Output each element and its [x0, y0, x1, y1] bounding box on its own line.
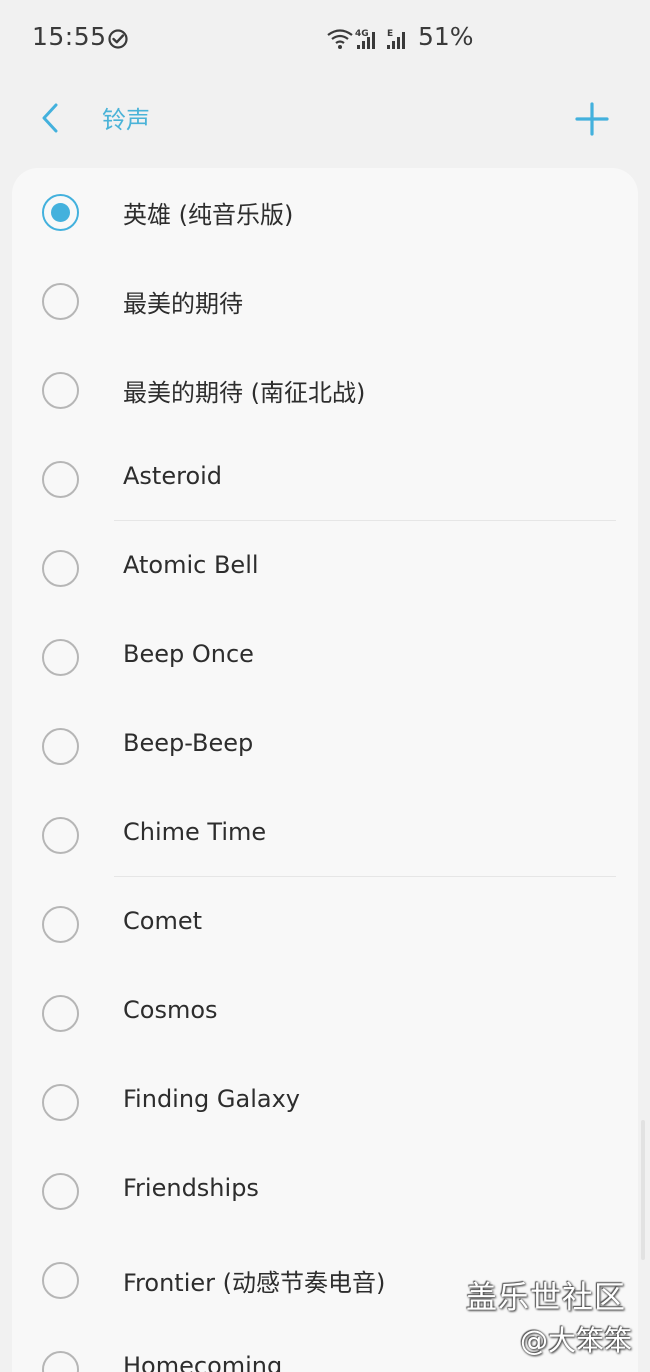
- back-button[interactable]: [30, 98, 70, 138]
- watermark-author: @大笨笨: [520, 1324, 633, 1357]
- wifi-icon: [327, 29, 353, 49]
- network-4g-label: 4G: [355, 29, 369, 39]
- radio-button[interactable]: [42, 372, 79, 409]
- screen: 15:55 4G E 51% 铃声 英雄 (纯音乐版) 最美的期待 最美的期待 …: [0, 0, 650, 1372]
- network-edge-label: E: [387, 29, 393, 39]
- ringtone-label: Frontier (动感节奏电音): [123, 1269, 386, 1297]
- plus-icon: [575, 102, 609, 136]
- ringtone-label: 英雄 (纯音乐版): [123, 201, 294, 229]
- ringtone-row[interactable]: 最美的期待: [12, 257, 638, 346]
- ringtone-row[interactable]: Beep-Beep: [12, 702, 638, 791]
- watermark-title: 盖乐世社区: [466, 1280, 626, 1316]
- radio-button[interactable]: [42, 550, 79, 587]
- chevron-left-icon: [42, 103, 58, 133]
- ringtone-row[interactable]: Beep Once: [12, 613, 638, 702]
- radio-button[interactable]: [42, 1262, 79, 1299]
- battery-level: 51%: [418, 22, 474, 51]
- scrollbar[interactable]: [641, 1120, 645, 1260]
- status-time: 15:55: [32, 22, 107, 51]
- ringtone-row[interactable]: 最美的期待 (南征北战): [12, 346, 638, 435]
- radio-button[interactable]: [42, 817, 79, 854]
- radio-button[interactable]: [42, 995, 79, 1032]
- ringtone-label: Beep Once: [123, 640, 254, 668]
- ringtone-row[interactable]: Finding Galaxy: [12, 1058, 638, 1147]
- radio-button[interactable]: [42, 639, 79, 676]
- ringtone-label: 最美的期待: [123, 290, 243, 318]
- radio-button[interactable]: [42, 194, 79, 231]
- ringtone-row[interactable]: Chime Time: [12, 791, 638, 880]
- page-title: 铃声: [102, 106, 150, 134]
- ringtone-label: Chime Time: [123, 818, 267, 846]
- ringtone-label: Cosmos: [123, 996, 218, 1024]
- ringtone-label: Beep-Beep: [123, 729, 254, 757]
- ringtone-label: 最美的期待 (南征北战): [123, 379, 366, 407]
- radio-button[interactable]: [42, 1173, 79, 1210]
- radio-button[interactable]: [42, 906, 79, 943]
- list-divider: [114, 520, 616, 521]
- ringtone-row[interactable]: Cosmos: [12, 969, 638, 1058]
- network-signal-icon: 4G E: [326, 26, 414, 52]
- ringtone-row[interactable]: 英雄 (纯音乐版): [12, 168, 638, 257]
- ringtone-label: Comet: [123, 907, 202, 935]
- ringtone-row[interactable]: Atomic Bell: [12, 524, 638, 613]
- status-bar: 15:55 4G E 51%: [0, 0, 650, 80]
- ringtone-row[interactable]: Friendships: [12, 1147, 638, 1236]
- app-bar: 铃声: [0, 80, 650, 170]
- radio-button[interactable]: [42, 728, 79, 765]
- ringtone-label: Friendships: [123, 1174, 259, 1202]
- list-divider: [114, 876, 616, 877]
- ringtone-label: Finding Galaxy: [123, 1085, 300, 1113]
- radio-button[interactable]: [42, 1351, 79, 1372]
- ringtone-label: Homecoming: [123, 1352, 283, 1372]
- radio-button[interactable]: [42, 283, 79, 320]
- ringtone-row[interactable]: Asteroid: [12, 435, 638, 524]
- check-circle-icon: [107, 28, 129, 50]
- ringtone-label: Atomic Bell: [123, 551, 259, 579]
- ringtone-list: 英雄 (纯音乐版) 最美的期待 最美的期待 (南征北战) Asteroid At…: [12, 168, 638, 1372]
- radio-button[interactable]: [42, 461, 79, 498]
- add-ringtone-button[interactable]: [570, 97, 614, 141]
- ringtone-label: Asteroid: [123, 462, 223, 490]
- radio-button[interactable]: [42, 1084, 79, 1121]
- ringtone-row[interactable]: Comet: [12, 880, 638, 969]
